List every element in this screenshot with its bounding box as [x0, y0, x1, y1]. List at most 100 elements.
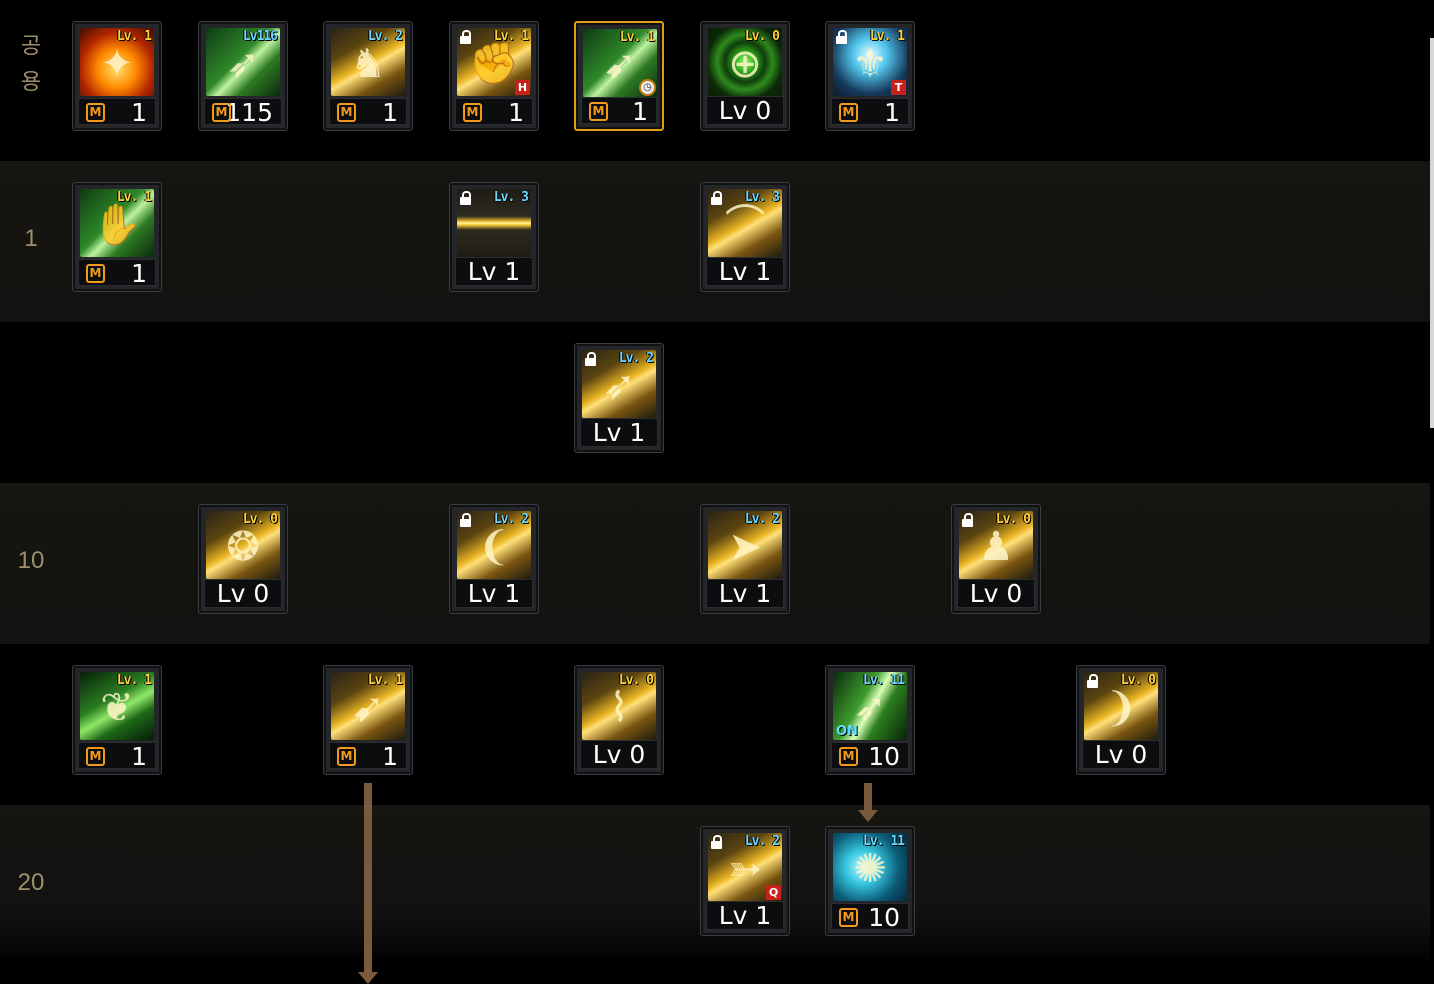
skill-icon[interactable]: ➤ Lv. 2 — [708, 511, 782, 579]
skill-slot[interactable]: ⌇ Lv. 0 Lv 0 — [574, 665, 664, 775]
skill-connector-arrow-arrowhead — [858, 810, 878, 822]
skill-value-text: Lv 1 — [718, 579, 772, 608]
master-level-icon: M — [589, 102, 608, 121]
skill-glyph-icon: ➹ — [351, 685, 385, 731]
skill-icon[interactable]: ⚜ Lv. 1T — [833, 28, 907, 96]
master-level-icon: M — [212, 103, 231, 122]
skill-slot[interactable]: ⊕ Lv. 0 Lv 0 — [700, 21, 790, 131]
master-level-icon: M — [839, 747, 858, 766]
skill-glyph-icon: ⌒ — [725, 202, 765, 248]
skill-slot[interactable]: ❨ Lv. 2 Lv 1 — [449, 504, 539, 614]
skill-slot[interactable]: ✊ Lv. 1HM1 — [449, 21, 539, 131]
skill-glyph-icon: ✺ — [853, 846, 887, 892]
skill-slot[interactable]: ➹ Lv. 1 ◷ M 1 — [574, 21, 664, 131]
skill-slot[interactable]: ⌒ Lv. 3 Lv 1 — [700, 182, 790, 292]
skill-icon[interactable]: ➶ Lv. 11 ON — [833, 672, 907, 740]
skill-icon[interactable]: ♞ Lv. 2 — [331, 28, 405, 96]
toggle-on-label: ON — [836, 724, 858, 739]
skill-row-4 — [0, 644, 1430, 805]
skill-connector-arrow — [864, 783, 872, 810]
skill-icon[interactable]: ✦ Lv. 1 — [80, 28, 154, 96]
skill-value-text: 1 — [382, 742, 398, 771]
clock-icon: ◷ — [639, 79, 656, 96]
skill-slot[interactable]: ✺ Lv. 11 M 10 — [825, 826, 915, 936]
skill-value-text: Lv 0 — [1094, 740, 1148, 769]
skill-level-value: M1 — [455, 98, 533, 127]
skill-slot[interactable]: ♞ Lv. 2M1 — [323, 21, 413, 131]
skill-slot[interactable]: ✦ Lv. 1M1 — [72, 21, 162, 131]
skill-icon[interactable]: ⌒ Lv. 3 — [708, 189, 782, 257]
skill-level-tag: Lv. 11 — [863, 834, 905, 849]
skill-value-text: Lv 1 — [467, 579, 521, 608]
skill-level-value: Lv 0 — [204, 579, 282, 608]
skill-level-value: M 115 — [204, 98, 282, 126]
master-level-icon: M — [86, 103, 105, 122]
skill-icon[interactable]: ❩ Lv. 0 — [1084, 672, 1158, 740]
skill-level-value: Lv 0 — [580, 740, 658, 769]
skill-icon[interactable]: ✋ Lv. 1 — [80, 189, 154, 257]
lock-icon — [460, 191, 471, 205]
skill-slot[interactable]: ➤ Lv. 2 Lv 1 — [700, 504, 790, 614]
lock-icon — [711, 835, 722, 849]
skill-level-tag: Lv116 — [242, 29, 278, 44]
skill-level-tag: Lv. 11 — [863, 673, 905, 688]
skill-value-text: Lv 0 — [216, 579, 270, 608]
skill-level-value: M1 — [78, 98, 156, 126]
skill-level-tag: Lv. 2 — [618, 351, 654, 366]
skill-slot[interactable]: ➶ Lv. 2 Lv 1 — [574, 343, 664, 453]
skill-value-text: Lv 1 — [718, 257, 772, 286]
skill-icon[interactable]: ❦ Lv. 1 — [80, 672, 154, 740]
skill-icon[interactable]: ➹ Lv. 1 ◷ — [583, 29, 657, 97]
skill-icon[interactable]: ✺ Lv. 11 — [833, 833, 907, 901]
skill-icon[interactable]: ⌇ Lv. 0 — [582, 672, 656, 740]
skill-slot[interactable]: ➹ Lv. 1M1 — [323, 665, 413, 775]
master-level-icon: M — [463, 103, 482, 122]
skill-level-tag: Lv. 2 — [744, 834, 780, 849]
scrollbar-thumb[interactable] — [1430, 38, 1434, 428]
skill-value-text: Lv 1 — [592, 418, 646, 447]
skill-icon[interactable]: ❨ Lv. 2 — [457, 511, 531, 579]
skill-icon[interactable]: ♟ Lv. 0 — [959, 511, 1033, 579]
skill-slot[interactable]: ⚜ Lv. 1TM1 — [825, 21, 915, 131]
skill-icon[interactable]: ✊ Lv. 1H — [457, 28, 531, 96]
skill-level-value: Lv 1 — [706, 579, 784, 608]
scrollbar-track[interactable] — [1430, 0, 1434, 984]
skill-level-tag: Lv. 2 — [493, 512, 529, 527]
skill-icon[interactable]: ➶ Lv116 — [206, 28, 280, 96]
skill-value-text: 10 — [868, 903, 900, 932]
skill-value-text: Lv 0 — [592, 740, 646, 769]
skill-icon[interactable]: ➶ Lv. 2 — [582, 350, 656, 418]
skill-level-value: M1 — [581, 97, 657, 125]
skill-level-value: M1 — [329, 98, 407, 126]
row-level-label-char: 용 — [20, 69, 42, 94]
skill-glyph-icon: ⌇ — [609, 685, 629, 731]
skill-level-tag: Lv. 0 — [1120, 673, 1156, 688]
skill-level-tag: Lv. 2 — [744, 512, 780, 527]
skill-icon[interactable]: Lv. 3 — [457, 189, 531, 257]
skill-slot[interactable]: ➶ Lv. 11 ON M 10 — [825, 665, 915, 775]
skill-icon[interactable]: ⊕ Lv. 0 — [708, 28, 782, 96]
skill-level-tag: Lv. 3 — [744, 190, 780, 205]
skill-slot[interactable]: ❦ Lv. 1M1 — [72, 665, 162, 775]
skill-slot[interactable]: ❩ Lv. 0 Lv 0 — [1076, 665, 1166, 775]
skill-icon[interactable]: ❂ Lv. 0 — [206, 511, 280, 579]
skill-row-2 — [0, 322, 1430, 483]
row-level-label: 10 — [17, 547, 45, 574]
skill-value-text: 1 — [508, 98, 524, 127]
skill-slot[interactable]: ➶ Lv116 M 115 — [198, 21, 288, 131]
skill-glyph-icon: ⊕ — [728, 41, 762, 87]
skill-slot[interactable]: Lv. 3 Lv 1 — [449, 182, 539, 292]
skill-icon[interactable]: ➹ Lv. 1 — [331, 672, 405, 740]
master-level-icon: M — [839, 103, 858, 122]
skill-slot[interactable]: ✋ Lv. 1M1 — [72, 182, 162, 292]
lock-icon — [1087, 674, 1098, 688]
skill-level-value: M1 — [329, 742, 407, 771]
skill-slot[interactable]: ♟ Lv. 0 Lv 0 — [951, 504, 1041, 614]
skill-level-value: Lv 1 — [580, 418, 658, 447]
skill-level-value: Lv 0 — [957, 579, 1035, 608]
skill-icon[interactable]: ➳ Lv. 2Q — [708, 833, 782, 901]
skill-slot[interactable]: ❂ Lv. 0 Lv 0 — [198, 504, 288, 614]
skill-level-value: Lv 0 — [1082, 740, 1160, 769]
skill-glyph-icon: ➶ — [226, 41, 260, 87]
skill-slot[interactable]: ➳ Lv. 2 Q Lv 1 — [700, 826, 790, 936]
